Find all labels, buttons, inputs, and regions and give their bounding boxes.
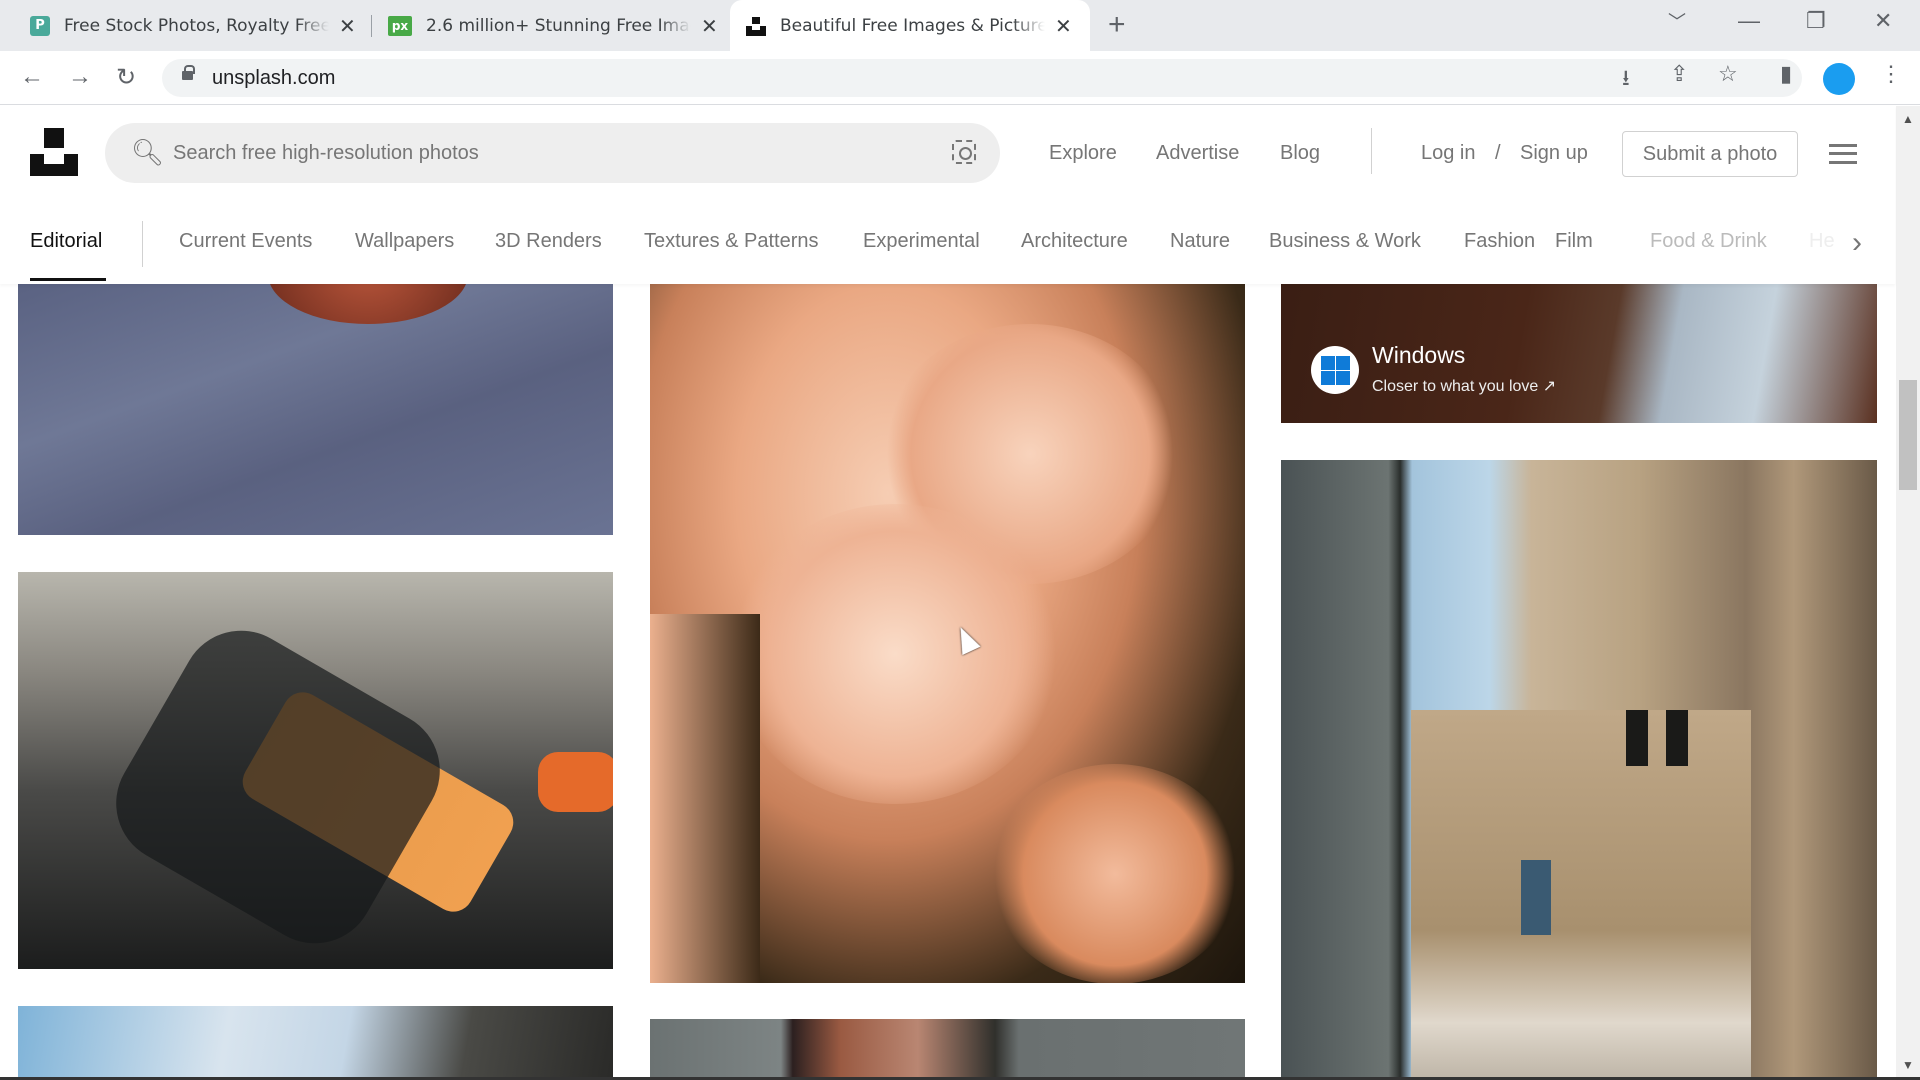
signup-link[interactable]: Sign up — [1520, 142, 1588, 165]
photo-roses[interactable] — [650, 284, 1245, 983]
search-icon[interactable]: 🔍︎ — [131, 137, 164, 168]
category-nav: Editorial Current Events Wallpapers 3D R… — [0, 218, 1895, 284]
nav-advertise[interactable]: Advertise — [1156, 142, 1239, 165]
close-tab-icon[interactable]: ✕ — [339, 14, 356, 38]
browser-toolbar: ← → ↻ unsplash.com ⭳ ⇪ ☆ ▮ ⋮ — [0, 51, 1920, 105]
nav-explore[interactable]: Explore — [1049, 142, 1117, 165]
ad-tagline[interactable]: Closer to what you love ↗ — [1372, 376, 1556, 396]
close-tab-icon[interactable]: ✕ — [701, 14, 718, 38]
url-text[interactable]: unsplash.com — [212, 67, 335, 90]
back-button[interactable]: ← — [20, 63, 44, 91]
active-category-indicator — [30, 278, 106, 281]
side-panel-icon[interactable]: ▮ — [1780, 61, 1792, 87]
hamburger-menu-icon[interactable] — [1829, 144, 1857, 164]
tab-pexels[interactable]: P Free Stock Photos, Royalty Free Stock … — [14, 0, 372, 51]
lock-icon[interactable] — [182, 65, 195, 80]
bookmark-star-icon[interactable]: ☆ — [1718, 61, 1738, 87]
chrome-menu-icon[interactable]: ⋮ — [1880, 61, 1902, 87]
category-current-events[interactable]: Current Events — [179, 230, 312, 253]
pexels-icon: P — [30, 15, 50, 36]
category-editorial[interactable]: Editorial — [30, 230, 102, 253]
submit-photo-button[interactable]: Submit a photo — [1622, 131, 1798, 177]
category-textures-patterns[interactable]: Textures & Patterns — [644, 230, 819, 253]
category-3d-renders[interactable]: 3D Renders — [495, 230, 602, 253]
visual-search-icon[interactable] — [952, 140, 976, 164]
category-nature[interactable]: Nature — [1170, 230, 1230, 253]
login-link[interactable]: Log in — [1421, 142, 1476, 165]
search-placeholder: Search free high-resolution photos — [173, 142, 479, 164]
restore-button[interactable]: ❐ — [1806, 8, 1826, 34]
unsplash-logo[interactable] — [30, 128, 78, 176]
site-header: 🔍︎ Search free high-resolution photos Ex… — [0, 106, 1895, 284]
install-icon[interactable]: ⭳ — [1622, 61, 1630, 99]
address-bar[interactable]: unsplash.com — [162, 59, 1802, 97]
photo-motorcycle[interactable] — [18, 572, 613, 969]
category-health[interactable]: He — [1809, 230, 1835, 253]
ad-brand: Windows — [1372, 342, 1466, 368]
category-food-drink[interactable]: Food & Drink — [1650, 230, 1767, 253]
tab-title: Beautiful Free Images & Pictures — [780, 15, 1045, 36]
close-tab-icon[interactable]: ✕ — [1055, 14, 1072, 38]
chevron-right-icon[interactable]: › — [1852, 226, 1862, 260]
category-film[interactable]: Film — [1555, 230, 1593, 253]
header-divider — [1371, 128, 1372, 174]
scroll-down-icon[interactable]: ▼ — [1902, 1058, 1914, 1072]
tab-search-icon[interactable]: ﹀ — [1668, 8, 1686, 34]
category-divider — [142, 221, 143, 267]
category-business-work[interactable]: Business & Work — [1269, 230, 1421, 253]
ad-windows[interactable]: Windows Closer to what you love ↗ — [1281, 284, 1877, 423]
login-separator: / — [1495, 142, 1501, 164]
photo-brick-window[interactable] — [650, 1019, 1245, 1078]
category-architecture[interactable]: Architecture — [1021, 230, 1128, 253]
tab-unsplash[interactable]: Beautiful Free Images & Pictures ✕ — [730, 0, 1090, 51]
forward-button[interactable]: → — [68, 63, 92, 91]
unsplash-icon — [746, 16, 766, 36]
photo-sky-building[interactable] — [18, 1006, 613, 1078]
pixabay-icon: px — [388, 15, 412, 36]
tab-title: Free Stock Photos, Royalty Free Stock Im… — [64, 15, 329, 36]
minimize-button[interactable]: — — [1738, 8, 1760, 34]
nav-blog[interactable]: Blog — [1280, 142, 1320, 165]
page-scrollbar[interactable]: ▲ ▼ — [1896, 106, 1920, 1078]
reload-button[interactable]: ↻ — [116, 63, 136, 92]
photo-fabric-fruit[interactable] — [18, 284, 613, 535]
category-wallpapers[interactable]: Wallpapers — [355, 230, 454, 253]
browser-tab-strip: P Free Stock Photos, Royalty Free Stock … — [0, 0, 1920, 51]
scroll-up-icon[interactable]: ▲ — [1902, 112, 1914, 126]
new-tab-button[interactable]: + — [1108, 8, 1126, 42]
profile-avatar[interactable] — [1823, 63, 1855, 95]
photo-stone-alley[interactable] — [1281, 460, 1877, 1078]
category-experimental[interactable]: Experimental — [863, 230, 980, 253]
tab-title: 2.6 million+ Stunning Free Images — [426, 15, 691, 36]
windows-logo-icon — [1311, 346, 1359, 394]
scrollbar-thumb[interactable] — [1899, 380, 1917, 490]
tab-pixabay[interactable]: px 2.6 million+ Stunning Free Images ✕ — [372, 0, 734, 51]
close-window-button[interactable]: ✕ — [1874, 8, 1892, 34]
search-input[interactable]: 🔍︎ Search free high-resolution photos — [105, 123, 1000, 183]
category-fashion[interactable]: Fashion — [1464, 230, 1535, 253]
share-icon[interactable]: ⇪ — [1670, 61, 1688, 87]
